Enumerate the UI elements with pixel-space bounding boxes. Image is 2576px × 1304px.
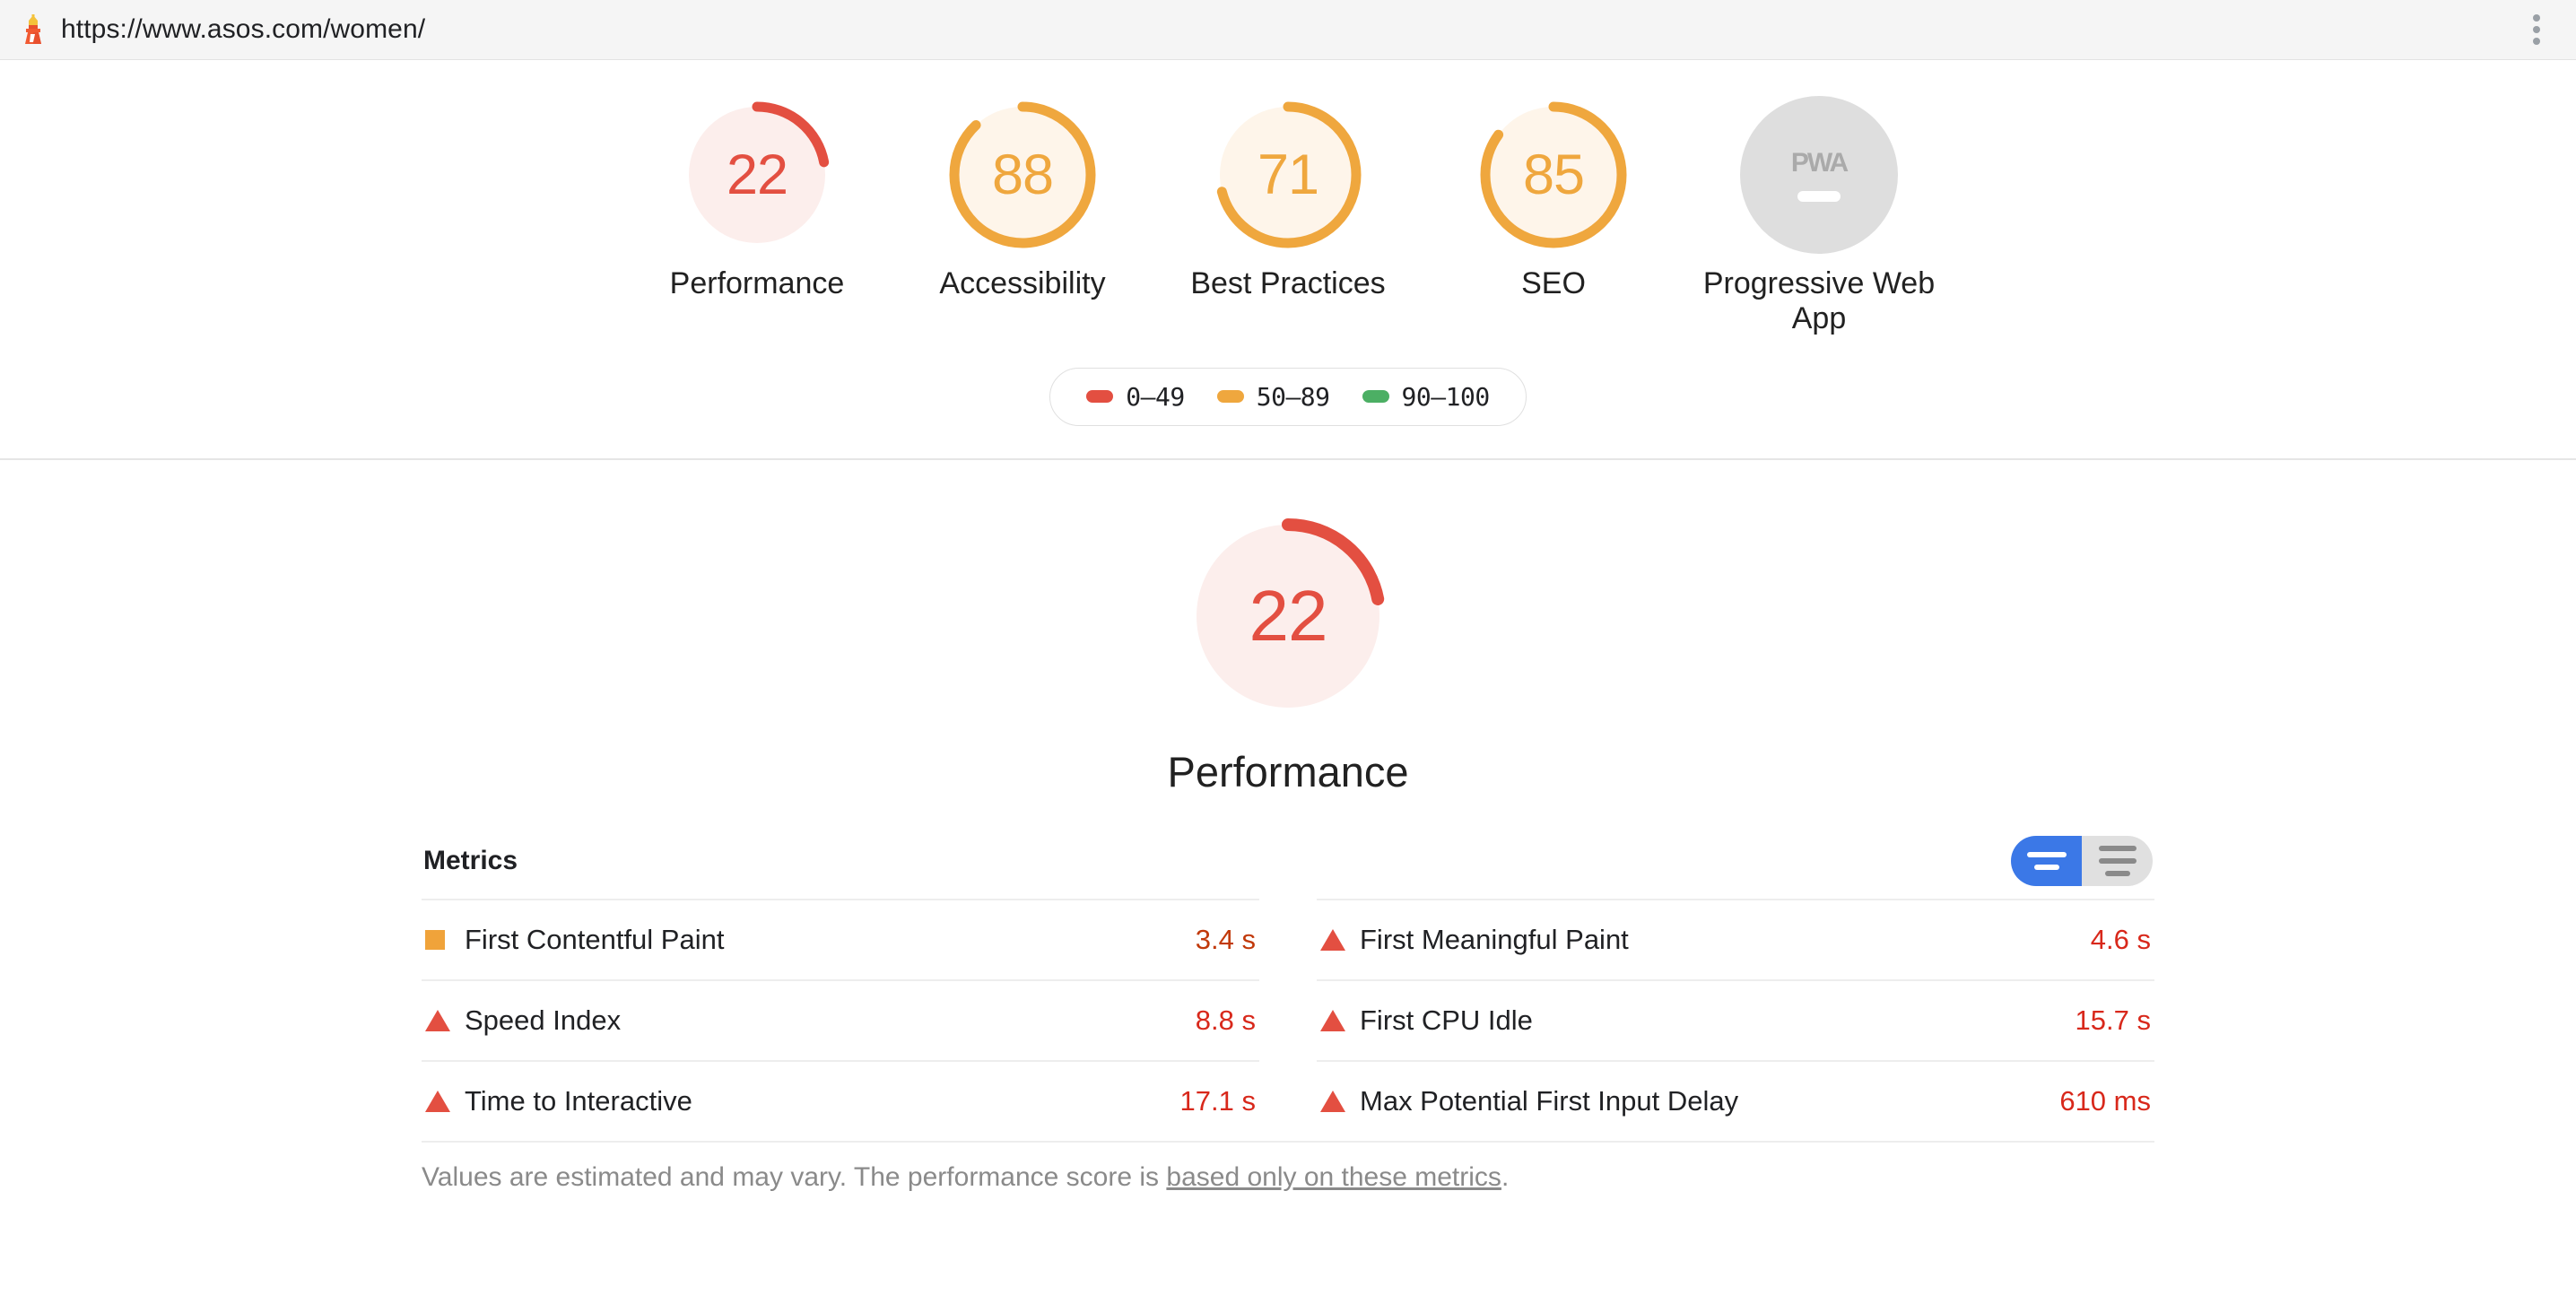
- pwa-label: PWA: [1790, 148, 1849, 178]
- performance-title: Performance: [1167, 747, 1409, 795]
- gauge-label: Performance: [669, 266, 845, 300]
- pwa-badge-icon: PWA: [1740, 96, 1898, 254]
- metric-name: Speed Index: [465, 1004, 622, 1036]
- disclaimer-prefix: Values are estimated and may vary. The p…: [422, 1161, 1167, 1192]
- legend-label: 50–89: [1256, 381, 1330, 412]
- disclaimer-suffix: .: [1501, 1161, 1510, 1192]
- gauge-score: 22: [726, 143, 788, 206]
- metric-row[interactable]: Time to Interactive 17.1 s: [422, 1059, 1259, 1141]
- toggle-expanded-view[interactable]: [2082, 835, 2153, 886]
- metric-value: 8.8 s: [1195, 1004, 1256, 1036]
- metric-name: First Contentful Paint: [465, 923, 725, 955]
- triangle-fail-icon: [425, 1090, 465, 1112]
- legend-item-average: 50–89: [1216, 381, 1330, 412]
- toggle-compact-view[interactable]: [2011, 835, 2082, 886]
- metric-value: 17.1 s: [1179, 1084, 1256, 1117]
- gauge-dial: 22: [678, 96, 836, 254]
- metrics-column-right: First Meaningful Paint 4.6 s First CPU I…: [1317, 898, 2154, 1141]
- gauge-label: Accessibility: [939, 266, 1106, 300]
- gauge-accessibility[interactable]: 88 Accessibility: [890, 96, 1155, 301]
- metric-value: 4.6 s: [2090, 923, 2151, 955]
- metrics-view-toggle[interactable]: [2011, 835, 2153, 886]
- metrics-doc-link[interactable]: based only on these metrics: [1166, 1162, 1501, 1192]
- pwa-dash-icon: [1797, 191, 1841, 202]
- performance-section: 22 Performance Metrics First Contentful …: [0, 460, 2576, 1193]
- gauge-label: Best Practices: [1190, 266, 1386, 300]
- score-legend: 0–49 50–89 90–100: [1049, 367, 1527, 426]
- metric-row[interactable]: First CPU Idle 15.7 s: [1317, 978, 2154, 1060]
- gauge-best-practices[interactable]: 71 Best Practices: [1155, 96, 1421, 301]
- metrics-disclaimer: Values are estimated and may vary. The p…: [422, 1140, 2154, 1193]
- metrics-block: Metrics First Contentful Paint 3.4 s Spe…: [422, 796, 2154, 1193]
- metric-value: 15.7 s: [2075, 1004, 2151, 1036]
- kebab-menu-icon[interactable]: [2520, 13, 2553, 46]
- scores-summary: 22 Performance 88 Accessibility 71 Best …: [0, 60, 2576, 460]
- legend-label: 0–49: [1126, 381, 1185, 412]
- performance-score: 22: [1249, 575, 1328, 656]
- legend-chip-icon: [1086, 390, 1114, 404]
- legend-chip-icon: [1216, 390, 1244, 404]
- gauge-label: Progressive Web App: [1702, 266, 1936, 336]
- metrics-heading: Metrics: [423, 845, 518, 875]
- metric-value: 610 ms: [2059, 1084, 2151, 1117]
- gauge-score: 88: [991, 143, 1054, 206]
- triangle-fail-icon: [1320, 1009, 1360, 1031]
- lighthouse-report-page: https://www.asos.com/women/ 22 Performan…: [0, 0, 2576, 1304]
- metrics-columns: First Contentful Paint 3.4 s Speed Index…: [422, 898, 2154, 1141]
- gauge-score: 71: [1257, 143, 1319, 206]
- metrics-column-left: First Contentful Paint 3.4 s Speed Index…: [422, 898, 1259, 1141]
- metric-name: Max Potential First Input Delay: [1360, 1084, 1739, 1117]
- url-text[interactable]: https://www.asos.com/women/: [61, 14, 425, 45]
- lighthouse-icon: [20, 14, 47, 45]
- legend-label: 90–100: [1401, 381, 1491, 412]
- metric-value: 3.4 s: [1195, 923, 1256, 955]
- gauge-label: SEO: [1521, 266, 1586, 300]
- metric-name: Time to Interactive: [465, 1084, 692, 1117]
- metric-row[interactable]: First Contentful Paint 3.4 s: [422, 898, 1259, 979]
- metric-row[interactable]: Max Potential First Input Delay 610 ms: [1317, 1059, 2154, 1141]
- square-average-icon: [425, 929, 465, 950]
- gauge-dial: 88: [944, 96, 1101, 254]
- gauge-dial: 85: [1475, 96, 1632, 254]
- triangle-fail-icon: [1320, 928, 1360, 951]
- legend-row: 0–49 50–89 90–100: [0, 367, 2576, 426]
- gauge-dial: 71: [1209, 96, 1367, 254]
- gauge-progressive-web-app[interactable]: PWA Progressive Web App: [1686, 96, 1952, 337]
- metric-name: First Meaningful Paint: [1360, 923, 1629, 955]
- triangle-fail-icon: [1320, 1090, 1360, 1112]
- gauge-list: 22 Performance 88 Accessibility 71 Best …: [0, 96, 2576, 337]
- url-bar: https://www.asos.com/women/: [0, 0, 2576, 60]
- metrics-header: Metrics: [422, 835, 2154, 886]
- gauge-seo[interactable]: 85 SEO: [1421, 96, 1686, 301]
- gauge-performance[interactable]: 22 Performance: [624, 96, 890, 301]
- performance-gauge-wrap: 22: [0, 510, 2576, 722]
- triangle-fail-icon: [425, 1009, 465, 1031]
- legend-chip-icon: [1362, 390, 1389, 404]
- performance-gauge: 22: [1182, 510, 1394, 722]
- legend-item-pass: 90–100: [1362, 382, 1490, 412]
- metric-row[interactable]: First Meaningful Paint 4.6 s: [1317, 898, 2154, 979]
- legend-item-fail: 0–49: [1086, 381, 1185, 412]
- gauge-score: 85: [1522, 143, 1585, 206]
- metric-name: First CPU Idle: [1360, 1004, 1533, 1036]
- metric-row[interactable]: Speed Index 8.8 s: [422, 978, 1259, 1060]
